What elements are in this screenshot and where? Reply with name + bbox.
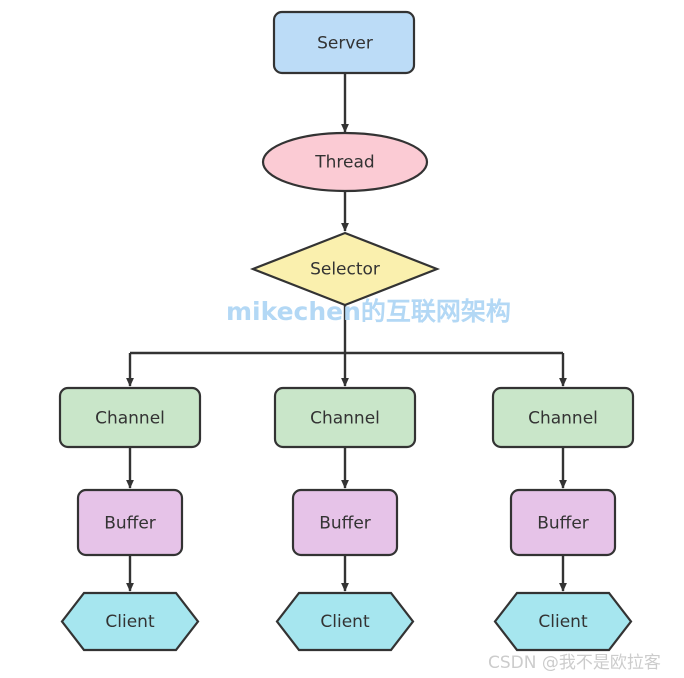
selector-label: Selector	[310, 260, 380, 280]
node-server[interactable]: Server	[272, 10, 416, 75]
diagram-canvas: Server Thread Selector Channel Channel C…	[0, 0, 684, 678]
node-client-2[interactable]: Client	[275, 591, 415, 652]
server-label: Server	[317, 34, 373, 54]
node-buffer-2[interactable]: Buffer	[291, 488, 399, 557]
channel-2-label: Channel	[310, 409, 380, 429]
node-buffer-3[interactable]: Buffer	[509, 488, 617, 557]
node-thread[interactable]: Thread	[261, 131, 429, 193]
channel-3-label: Channel	[528, 409, 598, 429]
node-buffer-1[interactable]: Buffer	[76, 488, 184, 557]
node-client-1[interactable]: Client	[60, 591, 200, 652]
node-channel-1[interactable]: Channel	[58, 386, 202, 449]
flowchart: Server Thread Selector Channel Channel C…	[58, 10, 635, 652]
watermark-csdn: CSDN @我不是欧拉客	[488, 653, 661, 673]
node-channel-2[interactable]: Channel	[273, 386, 417, 449]
node-client-3[interactable]: Client	[493, 591, 633, 652]
channel-1-label: Channel	[95, 409, 165, 429]
client-2-label: Client	[320, 612, 370, 632]
buffer-3-label: Buffer	[537, 514, 589, 534]
thread-label: Thread	[314, 153, 374, 173]
buffer-2-label: Buffer	[319, 514, 371, 534]
client-3-label: Client	[538, 612, 588, 632]
watermark-brand: mikechen的互联网架构	[226, 297, 511, 326]
buffer-1-label: Buffer	[104, 514, 156, 534]
client-1-label: Client	[105, 612, 155, 632]
node-channel-3[interactable]: Channel	[491, 386, 635, 449]
